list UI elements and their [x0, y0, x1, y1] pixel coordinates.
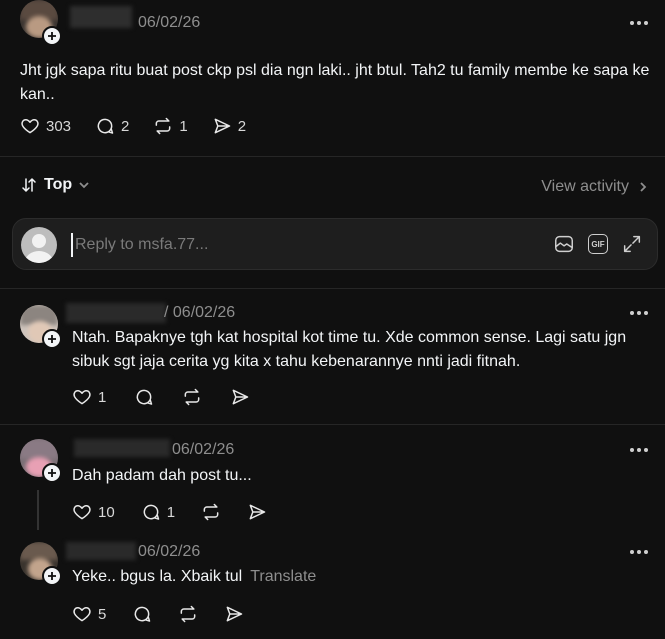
thread-line	[37, 490, 39, 530]
reply-button[interactable]: 2	[95, 116, 129, 136]
chevron-right-icon	[640, 182, 647, 192]
username-redacted	[70, 6, 132, 28]
top-post: 06/02/26 Jht jgk sapa ritu buat post ckp…	[0, 0, 665, 156]
post-actions: 303 2 1 2	[20, 116, 246, 136]
user-avatar	[21, 227, 57, 263]
chevron-down-icon	[79, 182, 89, 189]
heart-icon	[21, 119, 39, 134]
share-button[interactable]	[230, 387, 250, 407]
comment-icon	[134, 606, 151, 622]
expand-button[interactable]	[621, 233, 643, 255]
sort-dropdown[interactable]: Top	[20, 176, 90, 194]
view-activity-link[interactable]: View activity	[541, 178, 649, 196]
text-cursor	[71, 233, 73, 257]
follow-plus-icon[interactable]	[42, 329, 62, 349]
more-icon[interactable]	[630, 445, 652, 455]
translate-link[interactable]: Translate	[250, 568, 316, 585]
reply-count: 1	[166, 503, 176, 521]
heart-icon	[73, 505, 91, 520]
comment-text: Ntah. Bapaknye tgh kat hospital kot time…	[72, 329, 627, 370]
like-count: 303	[46, 117, 72, 135]
more-icon[interactable]	[630, 18, 652, 28]
reply-button[interactable]: 1	[141, 502, 175, 522]
repost-icon	[184, 388, 200, 406]
like-button[interactable]: 303	[20, 116, 71, 136]
comment-actions: 1	[72, 387, 250, 407]
like-button[interactable]: 10	[72, 502, 115, 522]
send-icon	[249, 504, 266, 520]
comment-3: 06/02/26 Yeke.. bgus la. Xbaik tul Transl…	[0, 532, 665, 639]
gif-button[interactable]: GIF	[587, 233, 609, 255]
username-redacted	[66, 303, 166, 323]
reply-button[interactable]	[134, 387, 154, 407]
comment-date: 06/02/26	[138, 543, 201, 560]
post-text: Jht jgk sapa ritu buat post ckp psl dia …	[20, 62, 650, 103]
comment-icon	[136, 389, 153, 405]
reply-tools: GIF	[553, 233, 643, 255]
view-activity-label: View activity	[541, 178, 629, 195]
share-button[interactable]: 2	[212, 116, 246, 136]
share-button[interactable]	[247, 502, 267, 522]
image-icon	[555, 235, 573, 253]
share-button[interactable]	[224, 604, 244, 624]
like-button[interactable]: 1	[72, 387, 106, 407]
reply-button[interactable]	[132, 604, 152, 624]
like-button[interactable]: 5	[72, 604, 106, 624]
comment-icon	[97, 118, 114, 134]
comment-actions: 5	[72, 604, 244, 624]
sort-arrows-icon	[22, 178, 36, 192]
repost-button[interactable]	[201, 502, 221, 522]
reply-count: 2	[121, 117, 130, 135]
send-icon	[214, 118, 230, 134]
reply-box: GIF	[12, 218, 658, 270]
heart-icon	[73, 607, 91, 622]
heart-icon	[73, 390, 91, 405]
gif-icon: GIF	[588, 234, 608, 254]
reply-input[interactable]	[75, 231, 535, 259]
post-date: 06/02/26	[138, 14, 201, 31]
like-count: 5	[98, 605, 107, 623]
follow-plus-icon[interactable]	[42, 463, 62, 483]
more-icon[interactable]	[630, 308, 652, 318]
repost-icon	[180, 605, 196, 623]
comment-icon	[143, 504, 159, 520]
repost-icon	[155, 117, 171, 135]
comment-body: Yeke.. bgus la. Xbaik tul	[72, 568, 243, 585]
send-icon	[232, 389, 249, 405]
follow-plus-icon[interactable]	[42, 26, 62, 46]
share-count: 2	[237, 117, 247, 135]
like-count: 1	[98, 388, 107, 406]
repost-button[interactable]	[178, 604, 198, 624]
comment-text: Yeke.. bgus la. Xbaik tul Translate	[72, 565, 652, 589]
follow-plus-icon[interactable]	[42, 566, 62, 586]
image-button[interactable]	[553, 233, 575, 255]
repost-icon	[203, 503, 219, 521]
comment-1: / 06/02/26 Ntah. Bapaknye tgh kat hospit…	[0, 289, 665, 423]
repost-button[interactable]	[182, 387, 202, 407]
like-count: 10	[98, 503, 115, 521]
divider	[0, 156, 665, 157]
username-redacted	[74, 439, 170, 457]
comment-date: 06/02/26	[172, 441, 235, 458]
comment-text: Dah padam dah post tu...	[72, 467, 252, 484]
repost-button[interactable]: 1	[153, 116, 188, 136]
comment-date: / 06/02/26	[164, 304, 236, 321]
comment-2: 06/02/26 Dah padam dah post tu... 10 1	[0, 425, 665, 531]
more-icon[interactable]	[630, 547, 652, 557]
username-redacted	[66, 542, 136, 560]
expand-icon	[623, 235, 641, 253]
send-icon	[226, 606, 243, 622]
repost-count: 1	[179, 117, 188, 135]
comment-actions: 10 1	[72, 502, 267, 522]
sort-label: Top	[44, 176, 73, 193]
